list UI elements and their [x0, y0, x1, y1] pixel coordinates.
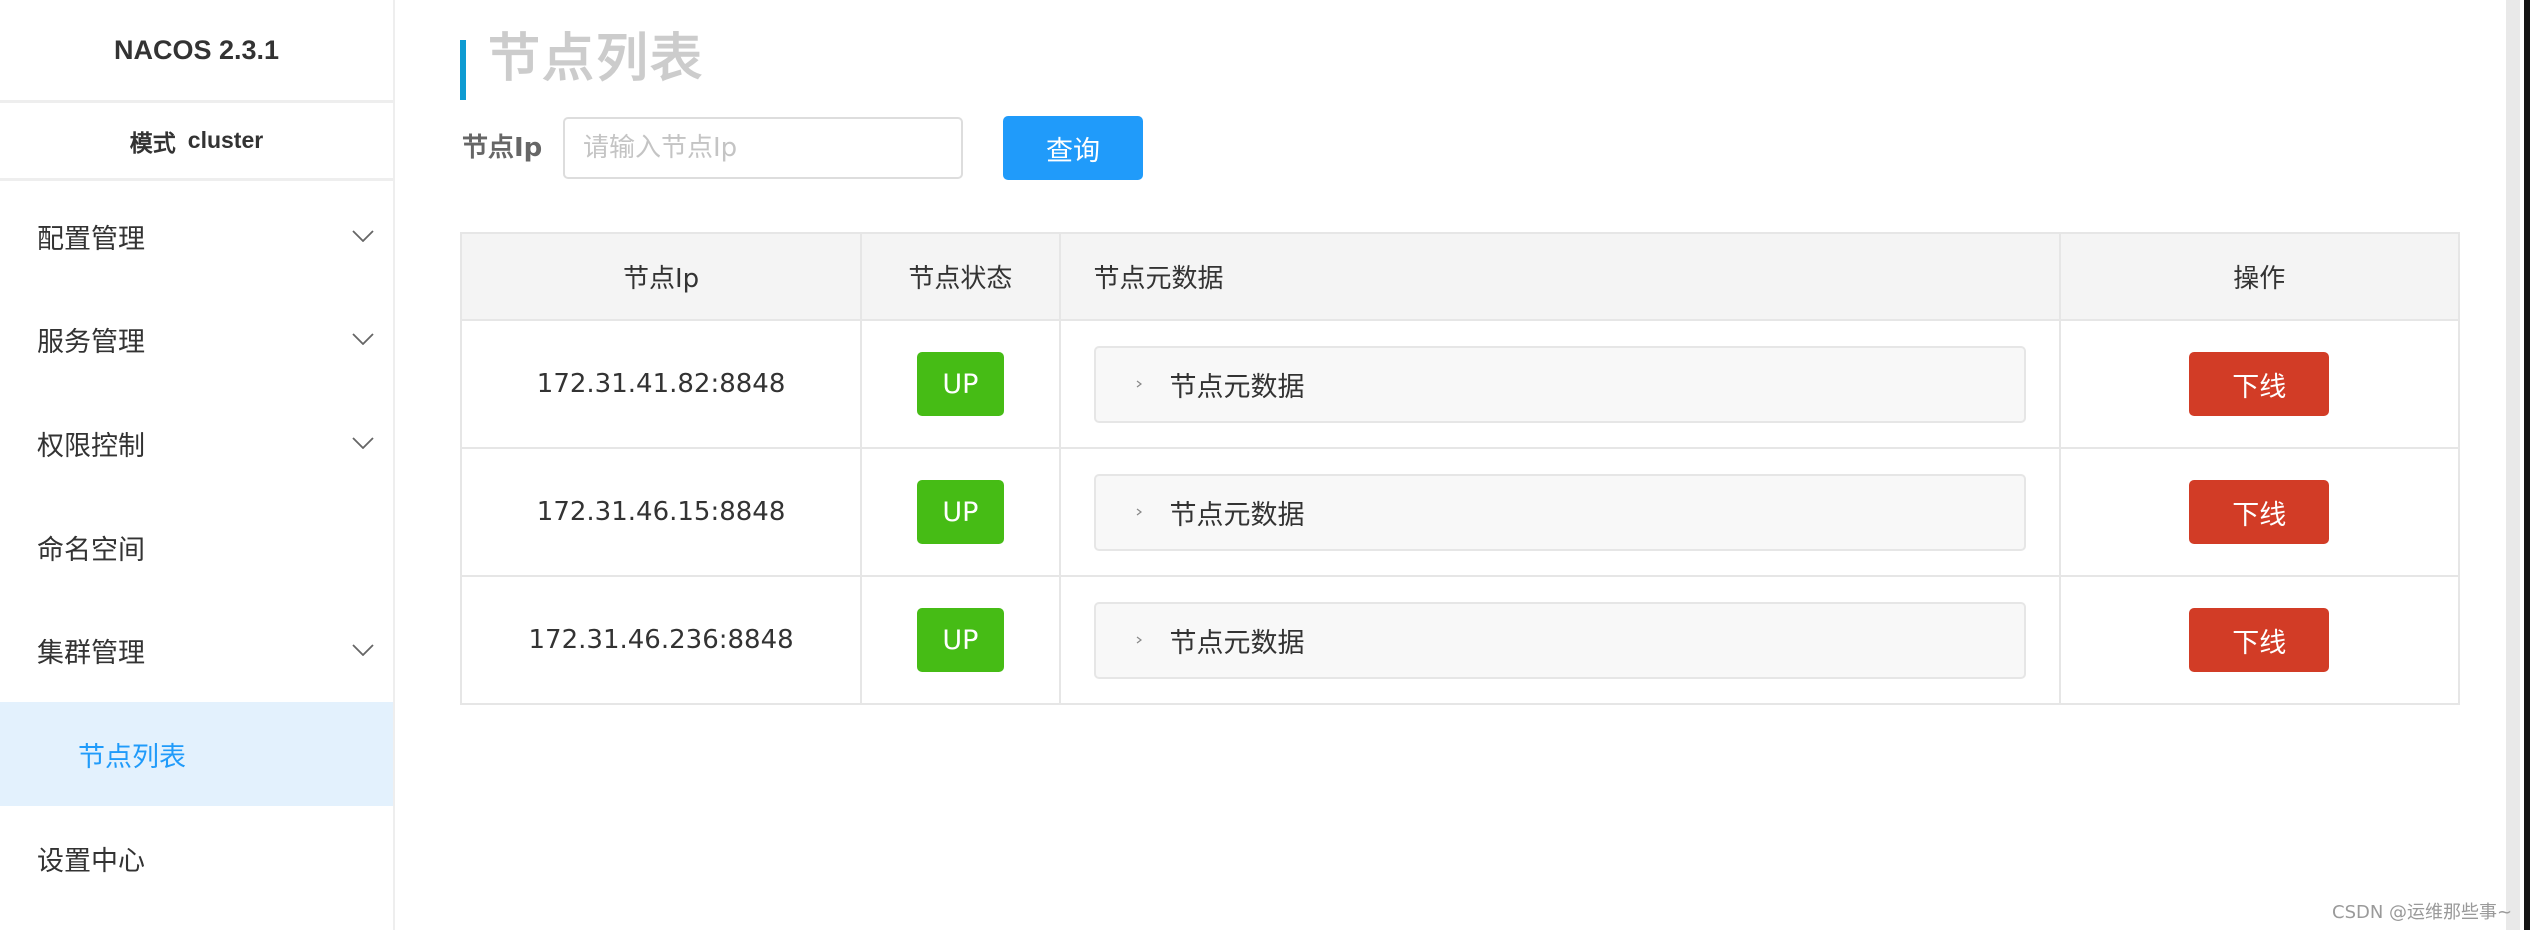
metadata-expander[interactable]: 节点元数据: [1093, 601, 2026, 679]
watermark: CSDN @运维那些事~: [2332, 902, 2513, 923]
sidebar-item-label: 节点列表: [78, 741, 186, 773]
chevron-right-icon: [1136, 636, 1142, 644]
node-status-cell: UP: [860, 319, 1061, 449]
node-ip: 172.31.41.82:8848: [536, 369, 786, 399]
metadata-label: 节点元数据: [1169, 627, 1305, 659]
sidebar-item-config-management[interactable]: 配置管理: [0, 184, 393, 288]
actions-cell: 下线: [2058, 319, 2461, 449]
app-logo: NACOS 2.3.1: [0, 0, 393, 103]
node-status-cell: UP: [860, 447, 1061, 577]
sidebar-item-settings-center[interactable]: 设置中心: [0, 806, 393, 910]
vertical-scrollbar[interactable]: [2506, 0, 2520, 930]
chevron-down-icon: [352, 333, 374, 345]
node-status-cell: UP: [860, 575, 1061, 705]
node-ip-input[interactable]: [563, 117, 963, 179]
sidebar-item-service-management[interactable]: 服务管理: [0, 287, 393, 391]
sidebar-item-label: 集群管理: [37, 637, 145, 669]
node-ip: 172.31.46.15:8848: [536, 497, 786, 527]
sidebar-item-label: 权限控制: [37, 430, 145, 462]
column-header-node-ip: 节点Ip: [459, 232, 863, 321]
chevron-down-icon: [352, 644, 374, 656]
status-badge: UP: [916, 480, 1004, 544]
node-ip: 172.31.46.236:8848: [528, 625, 794, 655]
window-edge: [2524, 0, 2530, 930]
node-ip-cell: 172.31.46.236:8848: [459, 575, 863, 705]
node-ip-cell: 172.31.41.82:8848: [459, 319, 863, 449]
mode-label: 模式: [129, 129, 176, 156]
sidebar: NACOS 2.3.1 模式 cluster 配置管理 服务管理 权限控制 命名…: [0, 0, 395, 930]
metadata-label: 节点元数据: [1169, 371, 1305, 403]
column-header-node-metadata: 节点元数据: [1058, 232, 2061, 321]
sidebar-item-cluster-management[interactable]: 集群管理: [0, 598, 393, 702]
sidebar-item-label: 设置中心: [37, 845, 145, 877]
chevron-down-icon: [352, 437, 374, 449]
node-ip-cell: 172.31.46.15:8848: [459, 447, 863, 577]
metadata-expander[interactable]: 节点元数据: [1093, 473, 2026, 551]
node-metadata-cell: 节点元数据: [1058, 575, 2061, 705]
actions-cell: 下线: [2058, 575, 2461, 705]
column-header-node-status: 节点状态: [860, 232, 1061, 321]
sidebar-item-label: 服务管理: [37, 326, 145, 358]
column-header-actions: 操作: [2058, 232, 2461, 321]
table-row: 172.31.41.82:8848 UP 节点元数据 下线: [459, 319, 2461, 449]
table-header-row: 节点Ip 节点状态 节点元数据 操作: [459, 232, 2461, 321]
status-badge: UP: [916, 352, 1004, 416]
node-table: 节点Ip 节点状态 节点元数据 操作 172.31.41.82:8848 UP …: [459, 232, 2461, 705]
offline-button[interactable]: 下线: [2189, 352, 2330, 416]
node-metadata-cell: 节点元数据: [1058, 447, 2061, 577]
page-title: 节点列表: [488, 29, 705, 89]
query-button[interactable]: 查询: [1003, 116, 1143, 180]
sidebar-item-namespace[interactable]: 命名空间: [0, 495, 393, 599]
chevron-right-icon: [1136, 508, 1142, 516]
status-badge: UP: [916, 608, 1004, 672]
sidebar-item-label: 命名空间: [37, 534, 145, 566]
metadata-expander[interactable]: 节点元数据: [1093, 345, 2026, 423]
actions-cell: 下线: [2058, 447, 2461, 577]
title-accent-bar: [460, 40, 466, 100]
mode-indicator: 模式 cluster: [0, 103, 393, 181]
chevron-down-icon: [352, 230, 374, 242]
sidebar-item-access-control[interactable]: 权限控制: [0, 391, 393, 495]
sidebar-item-node-list[interactable]: 节点列表: [0, 702, 393, 806]
mode-value: cluster: [187, 127, 264, 153]
table-row: 172.31.46.236:8848 UP 节点元数据 下线: [459, 575, 2461, 705]
metadata-label: 节点元数据: [1169, 499, 1305, 531]
offline-button[interactable]: 下线: [2189, 608, 2330, 672]
sidebar-item-label: 配置管理: [37, 223, 145, 255]
node-metadata-cell: 节点元数据: [1058, 319, 2061, 449]
chevron-right-icon: [1136, 380, 1142, 388]
offline-button[interactable]: 下线: [2189, 480, 2330, 544]
table-row: 172.31.46.15:8848 UP 节点元数据 下线: [459, 447, 2461, 577]
node-ip-label: 节点Ip: [462, 133, 543, 163]
